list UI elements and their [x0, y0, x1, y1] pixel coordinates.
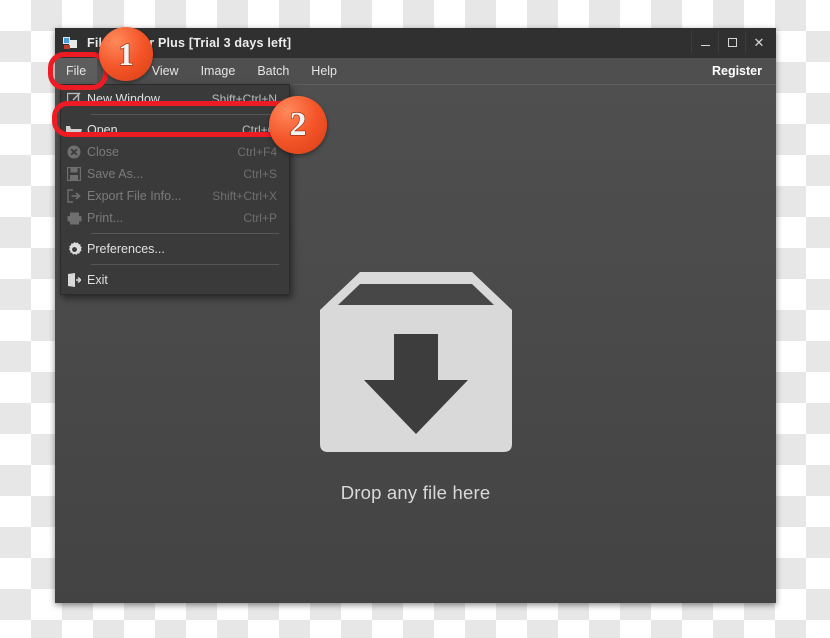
menu-option-save-as-label: Save As... [87, 167, 144, 181]
menu-option-close-label: Close [87, 145, 119, 159]
menu-option-export-file-info: Export File Info... Shift+Ctrl+X [61, 185, 289, 207]
export-icon [61, 185, 87, 207]
menu-option-close: Close Ctrl+F4 [61, 141, 289, 163]
menu-option-save-as-accel: Ctrl+S [243, 167, 277, 181]
menu-item-view-label: View [151, 64, 179, 78]
open-folder-icon [61, 119, 87, 141]
minimize-button[interactable] [691, 31, 718, 53]
step-badge-1-label: 1 [117, 35, 134, 72]
menu-item-help[interactable]: Help [300, 58, 348, 84]
file-dropdown-menu: New Window Shift+Ctrl+N Open... Ctrl+O C… [60, 84, 290, 295]
drop-zone-label: Drop any file here [340, 482, 491, 503]
menu-item-image-label: Image [200, 64, 236, 78]
app-icon [63, 36, 79, 50]
menu-option-new-window-label: New Window [87, 92, 160, 106]
menu-option-save-as: Save As... Ctrl+S [61, 163, 289, 185]
maximize-button[interactable] [718, 31, 745, 53]
step-badge-1: 1 [99, 27, 153, 81]
close-circle-icon [61, 141, 87, 163]
printer-icon [61, 207, 87, 229]
menu-item-batch[interactable]: Batch [246, 58, 300, 84]
step-badge-2-label: 2 [289, 105, 307, 143]
menu-option-export-file-info-accel: Shift+Ctrl+X [212, 189, 277, 203]
menu-separator [91, 264, 279, 265]
menu-option-exit-label: Exit [87, 273, 108, 287]
step-badge-2: 2 [269, 96, 327, 154]
menu-option-print-accel: Ctrl+P [243, 211, 277, 225]
menu-option-preferences-label: Preferences... [87, 242, 165, 256]
application-window: File Viewer Plus [Trial 3 days left] ✕ F… [55, 28, 776, 603]
register-link[interactable]: Register [712, 58, 762, 84]
window-controls: ✕ [691, 31, 772, 53]
menu-option-new-window[interactable]: New Window Shift+Ctrl+N [61, 88, 289, 110]
exit-door-icon [61, 269, 87, 291]
menu-option-print: Print... Ctrl+P [61, 207, 289, 229]
menu-item-image[interactable]: Image [190, 58, 247, 84]
menu-item-file[interactable]: File [55, 58, 98, 84]
menu-option-print-label: Print... [87, 211, 124, 225]
menu-item-file-label: File [66, 64, 87, 78]
floppy-disk-icon [61, 163, 87, 185]
gear-icon [61, 238, 87, 260]
menu-separator [91, 114, 279, 115]
drop-zone[interactable]: Drop any file here [316, 262, 516, 504]
menu-bar: File Edit View Image Batch Help Register [55, 58, 776, 85]
menu-option-export-file-info-label: Export File Info... [87, 189, 182, 203]
new-window-icon [61, 88, 87, 110]
menu-item-batch-label: Batch [257, 64, 290, 78]
menu-option-open[interactable]: Open... Ctrl+O [61, 119, 289, 141]
menu-item-help-label: Help [311, 64, 338, 78]
close-button[interactable]: ✕ [745, 31, 772, 53]
menu-option-open-label: Open... [87, 123, 128, 137]
menu-option-exit[interactable]: Exit [61, 269, 289, 291]
menu-option-preferences[interactable]: Preferences... [61, 238, 289, 260]
title-bar: File Viewer Plus [Trial 3 days left] ✕ [55, 28, 776, 58]
drop-box-download-icon [319, 272, 512, 452]
menu-separator [91, 233, 279, 234]
